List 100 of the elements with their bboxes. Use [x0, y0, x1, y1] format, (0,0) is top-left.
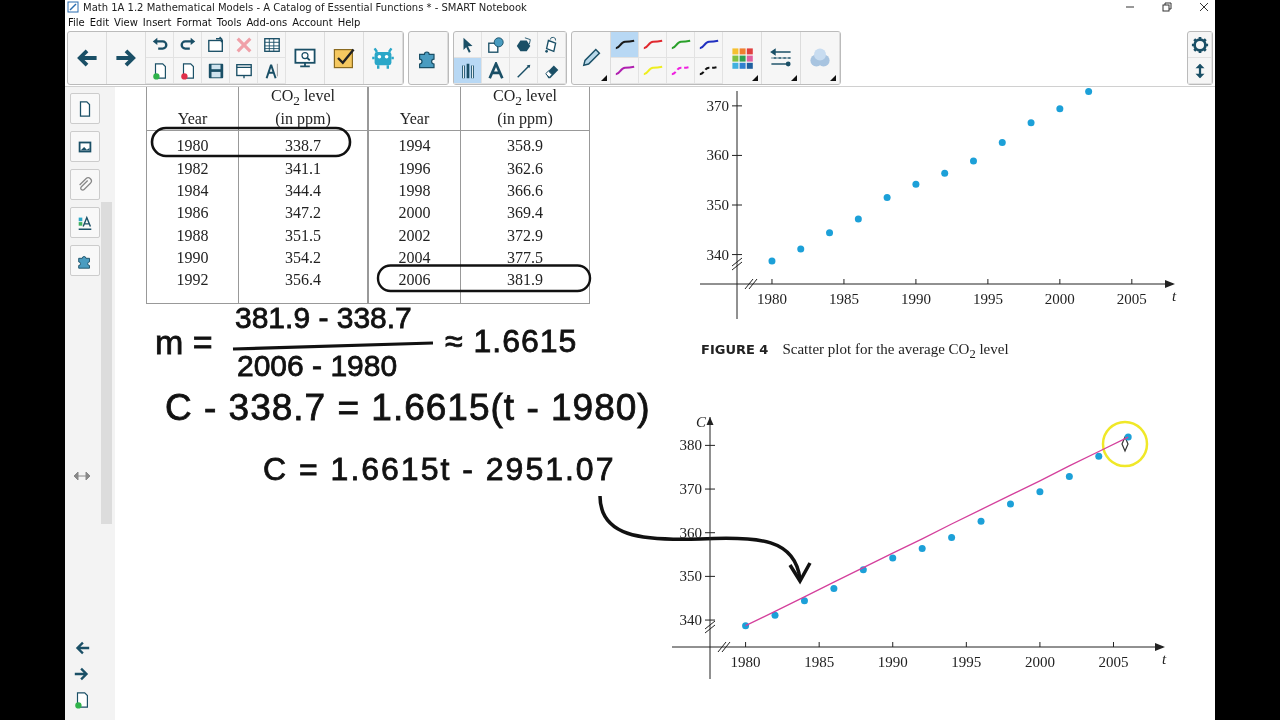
- tick-label: 2005: [1116, 291, 1147, 307]
- table-cell: 1992: [176, 271, 209, 289]
- screen-shade-button[interactable]: [230, 58, 258, 84]
- tool-button[interactable]: [538, 32, 566, 58]
- settings-button[interactable]: [1188, 32, 1212, 58]
- tick-label: 1985: [828, 291, 859, 307]
- table-cell: 2000: [398, 204, 431, 222]
- table-cell: 347.2: [285, 204, 321, 222]
- tool-button[interactable]: [510, 32, 538, 58]
- pen-style-button[interactable]: [695, 58, 723, 84]
- restore-icon[interactable]: [1162, 2, 1172, 12]
- table-cell: 358.9: [507, 137, 543, 155]
- tick-label: 1995: [951, 654, 982, 670]
- pen-style-button[interactable]: [695, 32, 723, 58]
- undo-button[interactable]: [146, 32, 174, 58]
- tick-label: 1995: [972, 291, 1003, 307]
- stroke-icon: [697, 39, 720, 50]
- page-sorter-tab[interactable]: [70, 93, 100, 124]
- attachments-tab[interactable]: [70, 169, 100, 200]
- table-cell: 366.6: [507, 181, 543, 199]
- tick-label: 1980: [756, 291, 787, 307]
- menu-item[interactable]: Account: [292, 16, 333, 28]
- table-cell: 369.4: [507, 204, 543, 222]
- folder-icon: [206, 35, 225, 54]
- page-remove-icon: [178, 61, 197, 80]
- column-header: CO$_{2}$ level (in ppm): [460, 87, 589, 131]
- gallery-tab[interactable]: [70, 131, 100, 162]
- redo-button[interactable]: [174, 32, 202, 58]
- save-button[interactable]: [202, 58, 230, 84]
- tool-button[interactable]: [538, 58, 566, 84]
- new-page-button[interactable]: [146, 58, 174, 84]
- tick-label: 1990: [877, 654, 908, 670]
- tick-label: 360: [679, 524, 702, 541]
- table-button[interactable]: [258, 32, 286, 58]
- menu-item[interactable]: Insert: [142, 16, 172, 28]
- stroke-icon: [613, 65, 636, 76]
- tick-label: 360: [706, 147, 729, 164]
- menu-item[interactable]: View: [114, 16, 138, 28]
- menu-item[interactable]: Format: [176, 16, 212, 28]
- dropdown-icon: [830, 75, 836, 81]
- table-cell: 344.4: [285, 181, 321, 199]
- shapes-icon: [486, 35, 505, 54]
- figure-label: FIGURE 4: [701, 342, 769, 357]
- table-cell: 1986: [176, 204, 209, 222]
- tool-button[interactable]: [482, 32, 510, 58]
- arrow-left-icon[interactable]: [73, 639, 91, 657]
- tick-label: 340: [679, 612, 702, 629]
- axis-label: t: [1172, 288, 1177, 304]
- table-cell: 1980: [176, 137, 209, 155]
- figure-caption: Scatter plot for the average CO$_{2}$ level: [782, 341, 1009, 362]
- hexagon-icon: [514, 35, 533, 54]
- monitor-search-icon: [293, 46, 317, 70]
- menu-item[interactable]: Add-ons: [246, 16, 288, 28]
- table-cell: 1996: [398, 159, 431, 177]
- settings-icon: [1190, 35, 1209, 54]
- toolbar-position-button[interactable]: [1188, 58, 1212, 84]
- scroll-bar[interactable]: [101, 202, 112, 524]
- pen-style-button[interactable]: [611, 32, 639, 58]
- tick-label: 380: [679, 437, 702, 454]
- tool-button[interactable]: [454, 58, 482, 84]
- table-cell: 377.5: [507, 248, 543, 266]
- measurement-tools-button[interactable]: [258, 58, 286, 84]
- table-cell: 354.2: [285, 248, 321, 266]
- tick-label: 1990: [900, 291, 931, 307]
- text-icon: [486, 61, 505, 80]
- table-cell: 1994: [398, 137, 431, 155]
- table-cell: 1988: [176, 226, 209, 244]
- menu-item[interactable]: Tools: [216, 16, 242, 28]
- add-ons-tab[interactable]: [70, 245, 100, 276]
- dashed-stroke-icon: [697, 65, 720, 76]
- menu-item[interactable]: File: [68, 16, 85, 28]
- delete-page-button[interactable]: [174, 58, 202, 84]
- table-cell: 2002: [398, 226, 431, 244]
- tool-button[interactable]: [510, 58, 538, 84]
- arrow-right-icon[interactable]: [73, 665, 91, 683]
- table-cell: 372.9: [507, 226, 543, 244]
- column-header: Year: [369, 87, 461, 131]
- dropdown-icon: [752, 75, 758, 81]
- table-cell: 338.7: [285, 137, 321, 155]
- tick-label: 2000: [1024, 654, 1055, 670]
- handwritten-text: 381.9 - 338.7: [235, 303, 412, 333]
- table-cell: 356.4: [285, 271, 321, 289]
- handwritten-text: C = 1.6615t - 2951.07: [263, 453, 616, 485]
- table-cell: 2004: [398, 248, 431, 266]
- close-icon[interactable]: [1199, 2, 1209, 12]
- resize-handle-icon[interactable]: [72, 470, 92, 482]
- axis-label: C: [696, 414, 706, 430]
- page-add-icon[interactable]: [73, 691, 91, 709]
- properties-tab[interactable]: [70, 207, 100, 238]
- paperclip-icon: [76, 175, 94, 194]
- tick-label: 340: [706, 246, 729, 263]
- open-file-button[interactable]: [202, 32, 230, 58]
- tool-button[interactable]: [482, 58, 510, 84]
- tick-label: 2000: [1044, 291, 1075, 307]
- checkbox-icon: [332, 46, 356, 70]
- menu-item[interactable]: Help: [337, 16, 361, 28]
- menu-item[interactable]: Edit: [89, 16, 110, 28]
- table-icon: [262, 35, 281, 54]
- handwritten-text: ≈ 1.6615: [445, 325, 578, 357]
- table-cell: 2006: [398, 271, 431, 289]
